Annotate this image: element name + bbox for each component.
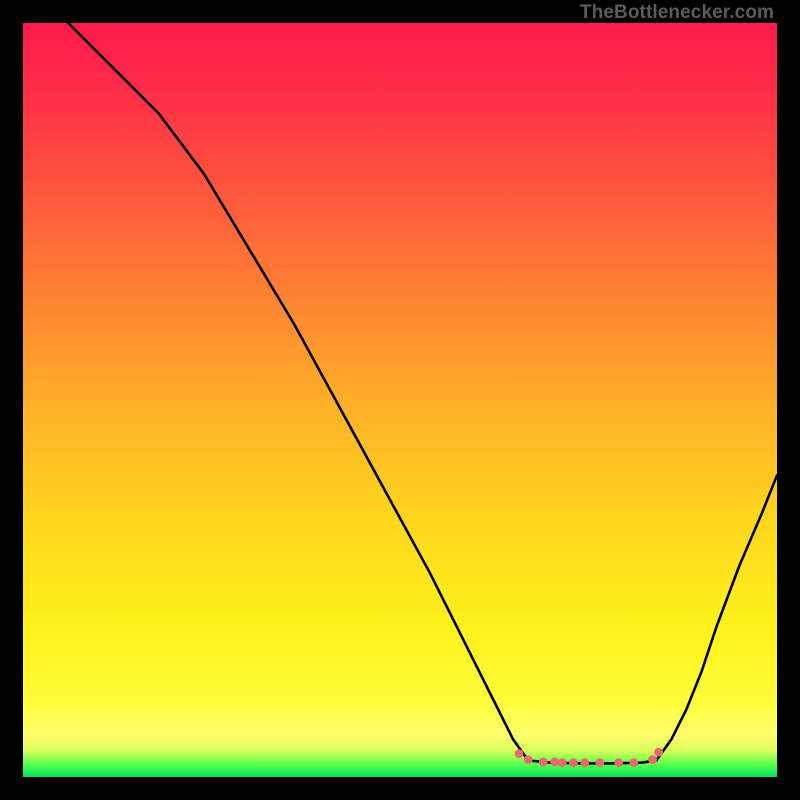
marker-dot xyxy=(580,758,589,767)
marker-dot xyxy=(614,758,623,767)
marker-dot xyxy=(648,755,657,764)
marker-dot xyxy=(539,758,548,767)
marker-dot xyxy=(595,758,604,767)
marker-dot xyxy=(629,758,638,767)
marker-dot xyxy=(654,748,663,757)
marker-dot xyxy=(569,758,578,767)
marker-dot xyxy=(524,755,533,764)
marker-dot xyxy=(558,758,567,767)
marker-dot xyxy=(515,749,524,758)
marker-dot xyxy=(550,758,559,767)
gradient-background xyxy=(23,23,777,777)
chart-frame xyxy=(23,23,777,777)
bottleneck-chart xyxy=(23,23,777,777)
watermark-label: TheBottlenecker.com xyxy=(580,2,774,24)
